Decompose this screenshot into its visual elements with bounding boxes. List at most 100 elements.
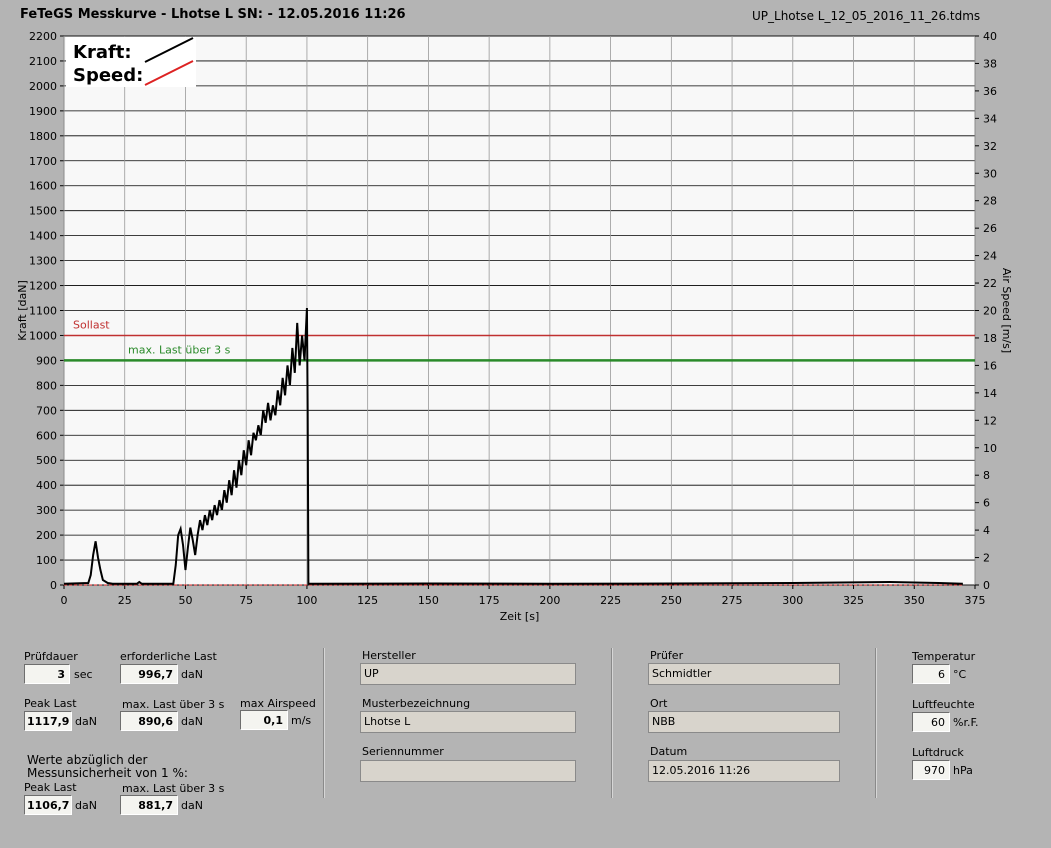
pruefdauer-value: 3 (24, 664, 70, 684)
ort-label: Ort (650, 697, 668, 710)
luftfeuchte-label: Luftfeuchte (912, 698, 975, 711)
uncertainty-note: Werte abzüglich der Messunsicherheit von… (27, 753, 188, 780)
peak-last-unit: daN (75, 715, 97, 728)
muster-field[interactable]: Lhotse L (360, 711, 576, 733)
x-tick-label: 225 (600, 594, 621, 607)
y-tick-label: 1900 (29, 105, 57, 118)
y-tick-label: 1800 (29, 130, 57, 143)
y2-tick-label: 32 (983, 140, 997, 153)
y2-tick-label: 30 (983, 167, 997, 180)
y-tick-label: 2200 (29, 30, 57, 43)
y-tick-label: 800 (36, 379, 57, 392)
peak-last2-label: Peak Last (24, 781, 77, 794)
x-tick-label: 350 (904, 594, 925, 607)
y2-tick-label: 8 (983, 469, 990, 482)
y-tick-label: 1600 (29, 180, 57, 193)
y-tick-label: 300 (36, 504, 57, 517)
hersteller-field[interactable]: UP (360, 663, 576, 685)
serien-label: Seriennummer (362, 745, 444, 758)
luftfeuchte-value: 60 (912, 712, 950, 732)
y2-tick-label: 40 (983, 30, 997, 43)
pruefdauer-label: Prüfdauer (24, 650, 78, 663)
y2-tick-label: 2 (983, 552, 990, 565)
panel-divider (875, 648, 877, 798)
y-tick-label: 200 (36, 529, 57, 542)
max-last-unit: daN (181, 715, 203, 728)
ort-field[interactable]: NBB (648, 711, 840, 733)
max-airspeed-unit: m/s (291, 714, 312, 727)
max-last-label: max. Last über 3 s (122, 698, 225, 711)
x-tick-label: 50 (178, 594, 192, 607)
y2-tick-label: 38 (983, 57, 997, 70)
pruefer-label: Prüfer (650, 649, 684, 662)
y-tick-label: 700 (36, 404, 57, 417)
y2-axis-label: Air Speed [m/s] (1000, 268, 1013, 353)
y2-tick-label: 14 (983, 387, 997, 400)
pruefdauer-unit: sec (74, 668, 93, 681)
x-tick-label: 325 (843, 594, 864, 607)
luftfeuchte-unit: %r.F. (953, 716, 979, 729)
x-tick-label: 275 (722, 594, 743, 607)
y2-tick-label: 12 (983, 414, 997, 427)
x-tick-label: 300 (782, 594, 803, 607)
y-tick-label: 600 (36, 429, 57, 442)
x-tick-label: 375 (965, 594, 986, 607)
y-tick-label: 1300 (29, 255, 57, 268)
y2-tick-label: 24 (983, 250, 997, 263)
y2-tick-label: 0 (983, 579, 990, 592)
erf-last-label: erforderliche Last (120, 650, 217, 663)
y2-tick-label: 26 (983, 222, 997, 235)
y-tick-label: 0 (50, 579, 57, 592)
erf-last-unit: daN (181, 668, 203, 681)
max-last2-value: 881,7 (120, 795, 178, 815)
peak-last2-unit: daN (75, 799, 97, 812)
datum-label: Datum (650, 745, 688, 758)
y2-tick-label: 6 (983, 497, 990, 510)
y-tick-label: 1500 (29, 205, 57, 218)
panel-divider (323, 648, 325, 798)
x-tick-label: 25 (118, 594, 132, 607)
y-axis-label: Kraft [daN] (16, 280, 29, 341)
y-tick-label: 100 (36, 554, 57, 567)
y-tick-label: 400 (36, 479, 57, 492)
max-last-value: 890,6 (120, 711, 178, 731)
x-tick-label: 125 (357, 594, 378, 607)
y-tick-label: 1200 (29, 280, 57, 293)
pruefer-field[interactable]: Schmidtler (648, 663, 840, 685)
y-tick-label: 1400 (29, 230, 57, 243)
x-axis-label: Zeit [s] (500, 610, 539, 623)
y2-tick-label: 28 (983, 195, 997, 208)
y2-tick-label: 22 (983, 277, 997, 290)
measurement-chart: 0100200300400500600700800900100011001200… (16, 30, 1013, 623)
luftdruck-value: 970 (912, 760, 950, 780)
y-tick-label: 500 (36, 454, 57, 467)
serien-field[interactable] (360, 760, 576, 782)
legend-kraft-label: Kraft: (73, 42, 132, 63)
x-tick-label: 175 (479, 594, 500, 607)
temperatur-value: 6 (912, 664, 950, 684)
sollast-label: Sollast (73, 318, 110, 331)
y2-tick-label: 16 (983, 359, 997, 372)
legend-speed-label: Speed: (73, 65, 143, 86)
max-airspeed-value: 0,1 (240, 710, 288, 730)
x-tick-label: 100 (296, 594, 317, 607)
x-tick-label: 75 (239, 594, 253, 607)
max-last2-unit: daN (181, 799, 203, 812)
x-tick-label: 0 (61, 594, 68, 607)
peak-last-value: 1117,9 (24, 711, 72, 731)
temperatur-label: Temperatur (912, 650, 976, 663)
x-tick-label: 200 (539, 594, 560, 607)
datum-field[interactable]: 12.05.2016 11:26 (648, 760, 840, 782)
x-tick-label: 150 (418, 594, 439, 607)
y-tick-label: 1100 (29, 305, 57, 318)
max-last2-label: max. Last über 3 s (122, 782, 225, 795)
luftdruck-unit: hPa (953, 764, 973, 777)
peak-last-label: Peak Last (24, 697, 77, 710)
y2-tick-label: 10 (983, 442, 997, 455)
y2-tick-label: 20 (983, 305, 997, 318)
peak-last2-value: 1106,7 (24, 795, 72, 815)
y-tick-label: 2000 (29, 80, 57, 93)
temperatur-unit: °C (953, 668, 967, 681)
y2-tick-label: 36 (983, 85, 997, 98)
panel-divider (611, 648, 613, 798)
